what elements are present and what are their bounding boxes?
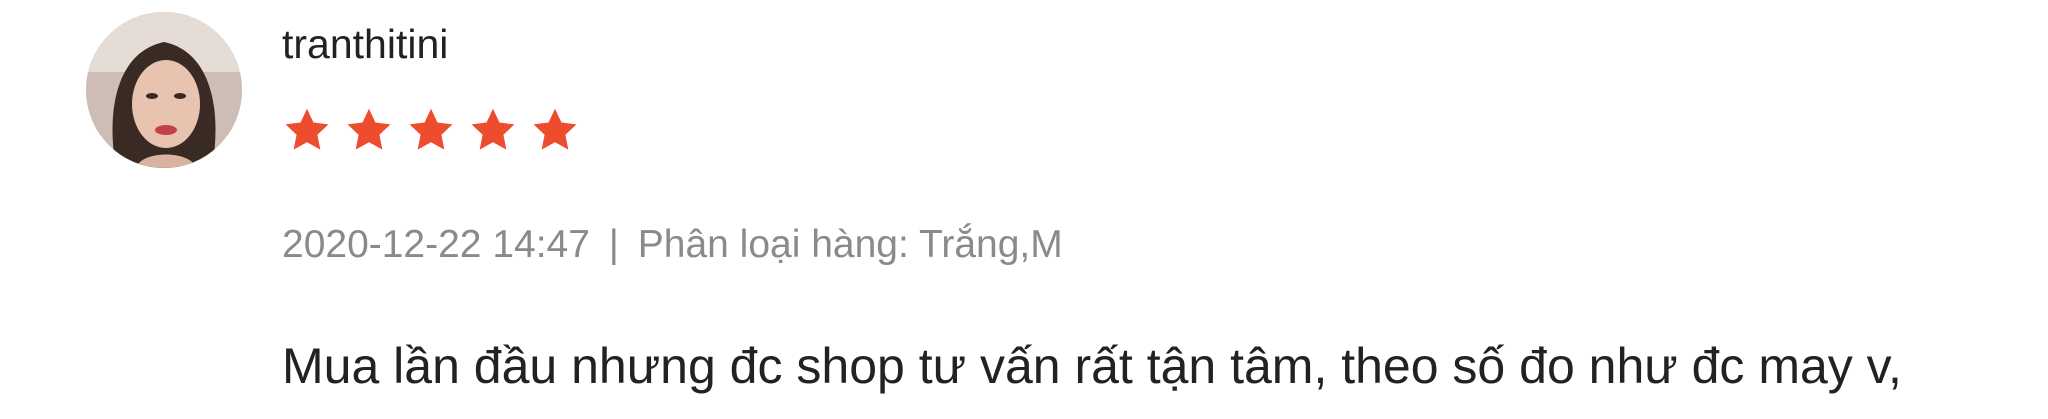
meta-separator: | [608, 223, 619, 266]
review-comment: Mua lần đầu nhưng đc shop tư vấn rất tận… [282, 338, 1902, 394]
star-icon [471, 108, 515, 150]
product-review: tranthitini 2020-12-22 14:47 | Phân loại… [0, 0, 2048, 419]
review-date: 2020-12-22 14:47 [282, 223, 590, 266]
reviewer-username[interactable]: tranthitini [282, 18, 448, 70]
star-icon [409, 108, 453, 150]
review-meta: 2020-12-22 14:47 | Phân loại hàng: Trắng… [282, 220, 1063, 270]
variation-label: Phân loại hàng: [637, 223, 909, 266]
star-rating [282, 105, 580, 155]
avatar-image [86, 12, 242, 168]
variation-value: Trắng,M [918, 223, 1063, 266]
star-icon [533, 108, 577, 150]
star-icon [347, 108, 391, 150]
star-icon [285, 108, 329, 150]
avatar[interactable] [86, 12, 242, 168]
